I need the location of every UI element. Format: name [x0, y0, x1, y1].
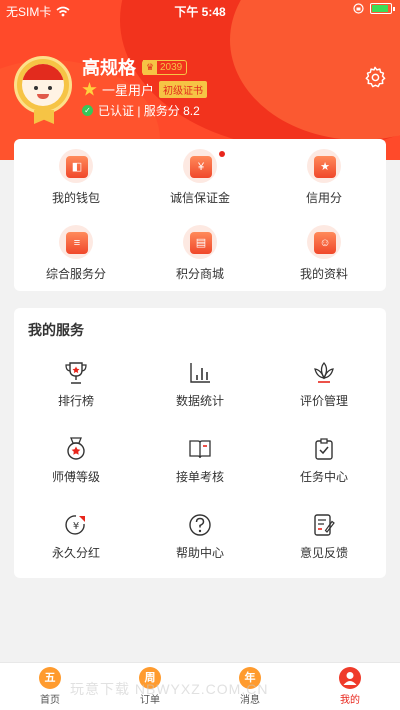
medal-icon — [67, 437, 85, 460]
profile-icon: ☺ — [314, 232, 336, 254]
credit-label: 信用分 — [305, 191, 342, 205]
clipboard-icon — [315, 438, 333, 460]
status-bar: 无SIM卡 下午 5:48 — [0, 0, 400, 20]
bottom-tab-bar: 五 首页 周 订单 年 消息 我的 玩意下载 NBWYXZ.COM.CN — [0, 662, 400, 710]
cert-badge[interactable]: 初级证书 — [159, 81, 208, 98]
tab-label: 首页 — [40, 695, 60, 706]
status-time: 下午 5:48 — [174, 5, 226, 19]
dividend-icon: ¥ — [65, 515, 85, 535]
gear-icon[interactable] — [364, 66, 386, 88]
credit-icon: ★ — [314, 156, 336, 178]
star-icon — [82, 82, 97, 96]
service-label: 师傅等级 — [51, 470, 100, 484]
service-label: 帮助中心 — [175, 546, 224, 560]
avatar[interactable] — [14, 56, 72, 114]
deposit-entry[interactable]: ¥ 诚信保证金 — [138, 149, 262, 206]
notification-dot — [219, 151, 225, 157]
tab-label: 我的 — [340, 695, 360, 706]
level-badge: ♛ 2039 — [142, 59, 188, 75]
service-ranking[interactable]: 排行榜 — [14, 360, 138, 409]
deposit-icon: ¥ — [190, 156, 212, 178]
user-tab-icon — [339, 667, 361, 689]
points-mall-label: 积分商城 — [175, 267, 224, 281]
service-task-center[interactable]: 任务中心 — [262, 436, 386, 485]
service-feedback[interactable]: 意见反馈 — [262, 512, 386, 561]
watermark-text: 玩意下载 NBWYXZ.COM.CN — [70, 681, 269, 697]
lotus-icon — [314, 361, 334, 383]
rotation-lock-icon — [353, 3, 364, 14]
service-score-entry[interactable]: ≡ 综合服务分 — [14, 225, 138, 282]
level-number: 2039 — [160, 61, 183, 73]
deposit-label: 诚信保证金 — [169, 191, 230, 205]
tab-mine[interactable]: 我的 — [320, 667, 380, 706]
service-statistics[interactable]: 数据统计 — [138, 360, 262, 409]
auth-text: 已认证 | 服务分 8.2 — [98, 104, 200, 118]
service-label: 永久分红 — [51, 546, 100, 560]
service-dividend[interactable]: ¥ 永久分红 — [14, 512, 138, 561]
service-label: 评价管理 — [299, 394, 348, 408]
service-reviews[interactable]: 评价管理 — [262, 360, 386, 409]
points-mall-entry[interactable]: ▤ 积分商城 — [138, 225, 262, 282]
book-icon — [189, 440, 211, 459]
user-name: 高规格 — [82, 58, 136, 78]
profile-entry[interactable]: ☺ 我的资料 — [262, 225, 386, 282]
user-rank: 一星用户 — [102, 83, 155, 98]
credit-entry[interactable]: ★ 信用分 — [262, 149, 386, 206]
service-order-review[interactable]: 接单考核 — [138, 436, 262, 485]
feedback-icon — [314, 514, 335, 536]
service-label: 意见反馈 — [299, 546, 348, 560]
rank-row: 一星用户 初级证书 — [82, 80, 208, 99]
service-help-center[interactable]: 帮助中心 — [138, 512, 262, 561]
name-row: 高规格 ♛ 2039 — [82, 54, 188, 80]
home-tab-icon: 五 — [39, 667, 61, 689]
profile-label: 我的资料 — [299, 267, 348, 281]
service-label: 任务中心 — [299, 470, 348, 484]
wallet-label: 我的钱包 — [51, 191, 100, 205]
services-card: 我的服务 排行榜 数据统计 评价管理 师傅等级 接单考核 任务中心 ¥ 永久分红… — [14, 308, 386, 578]
auth-row: ✓ 已认证 | 服务分 8.2 — [82, 102, 200, 119]
battery-icon — [370, 3, 395, 14]
trophy-icon — [65, 362, 87, 384]
bar-chart-icon — [190, 363, 210, 383]
service-score-label: 综合服务分 — [45, 267, 106, 281]
shield-icon: ♛ — [143, 59, 157, 75]
quick-actions-card: ◧ 我的钱包 ¥ 诚信保证金 ★ 信用分 ≡ 综合服务分 ▤ 积分商城 ☺ 我的… — [14, 139, 386, 291]
verified-icon: ✓ — [82, 105, 93, 116]
points-mall-icon: ▤ — [190, 232, 212, 254]
service-master-level[interactable]: 师傅等级 — [14, 436, 138, 485]
service-label: 接单考核 — [175, 470, 224, 484]
service-score-icon: ≡ — [66, 232, 88, 254]
wallet-entry[interactable]: ◧ 我的钱包 — [14, 149, 138, 206]
help-icon — [189, 514, 211, 536]
service-label: 排行榜 — [57, 394, 94, 408]
wallet-icon: ◧ — [66, 156, 88, 178]
service-label: 数据统计 — [175, 394, 224, 408]
svg-text:¥: ¥ — [73, 521, 79, 532]
services-title: 我的服务 — [28, 322, 84, 338]
